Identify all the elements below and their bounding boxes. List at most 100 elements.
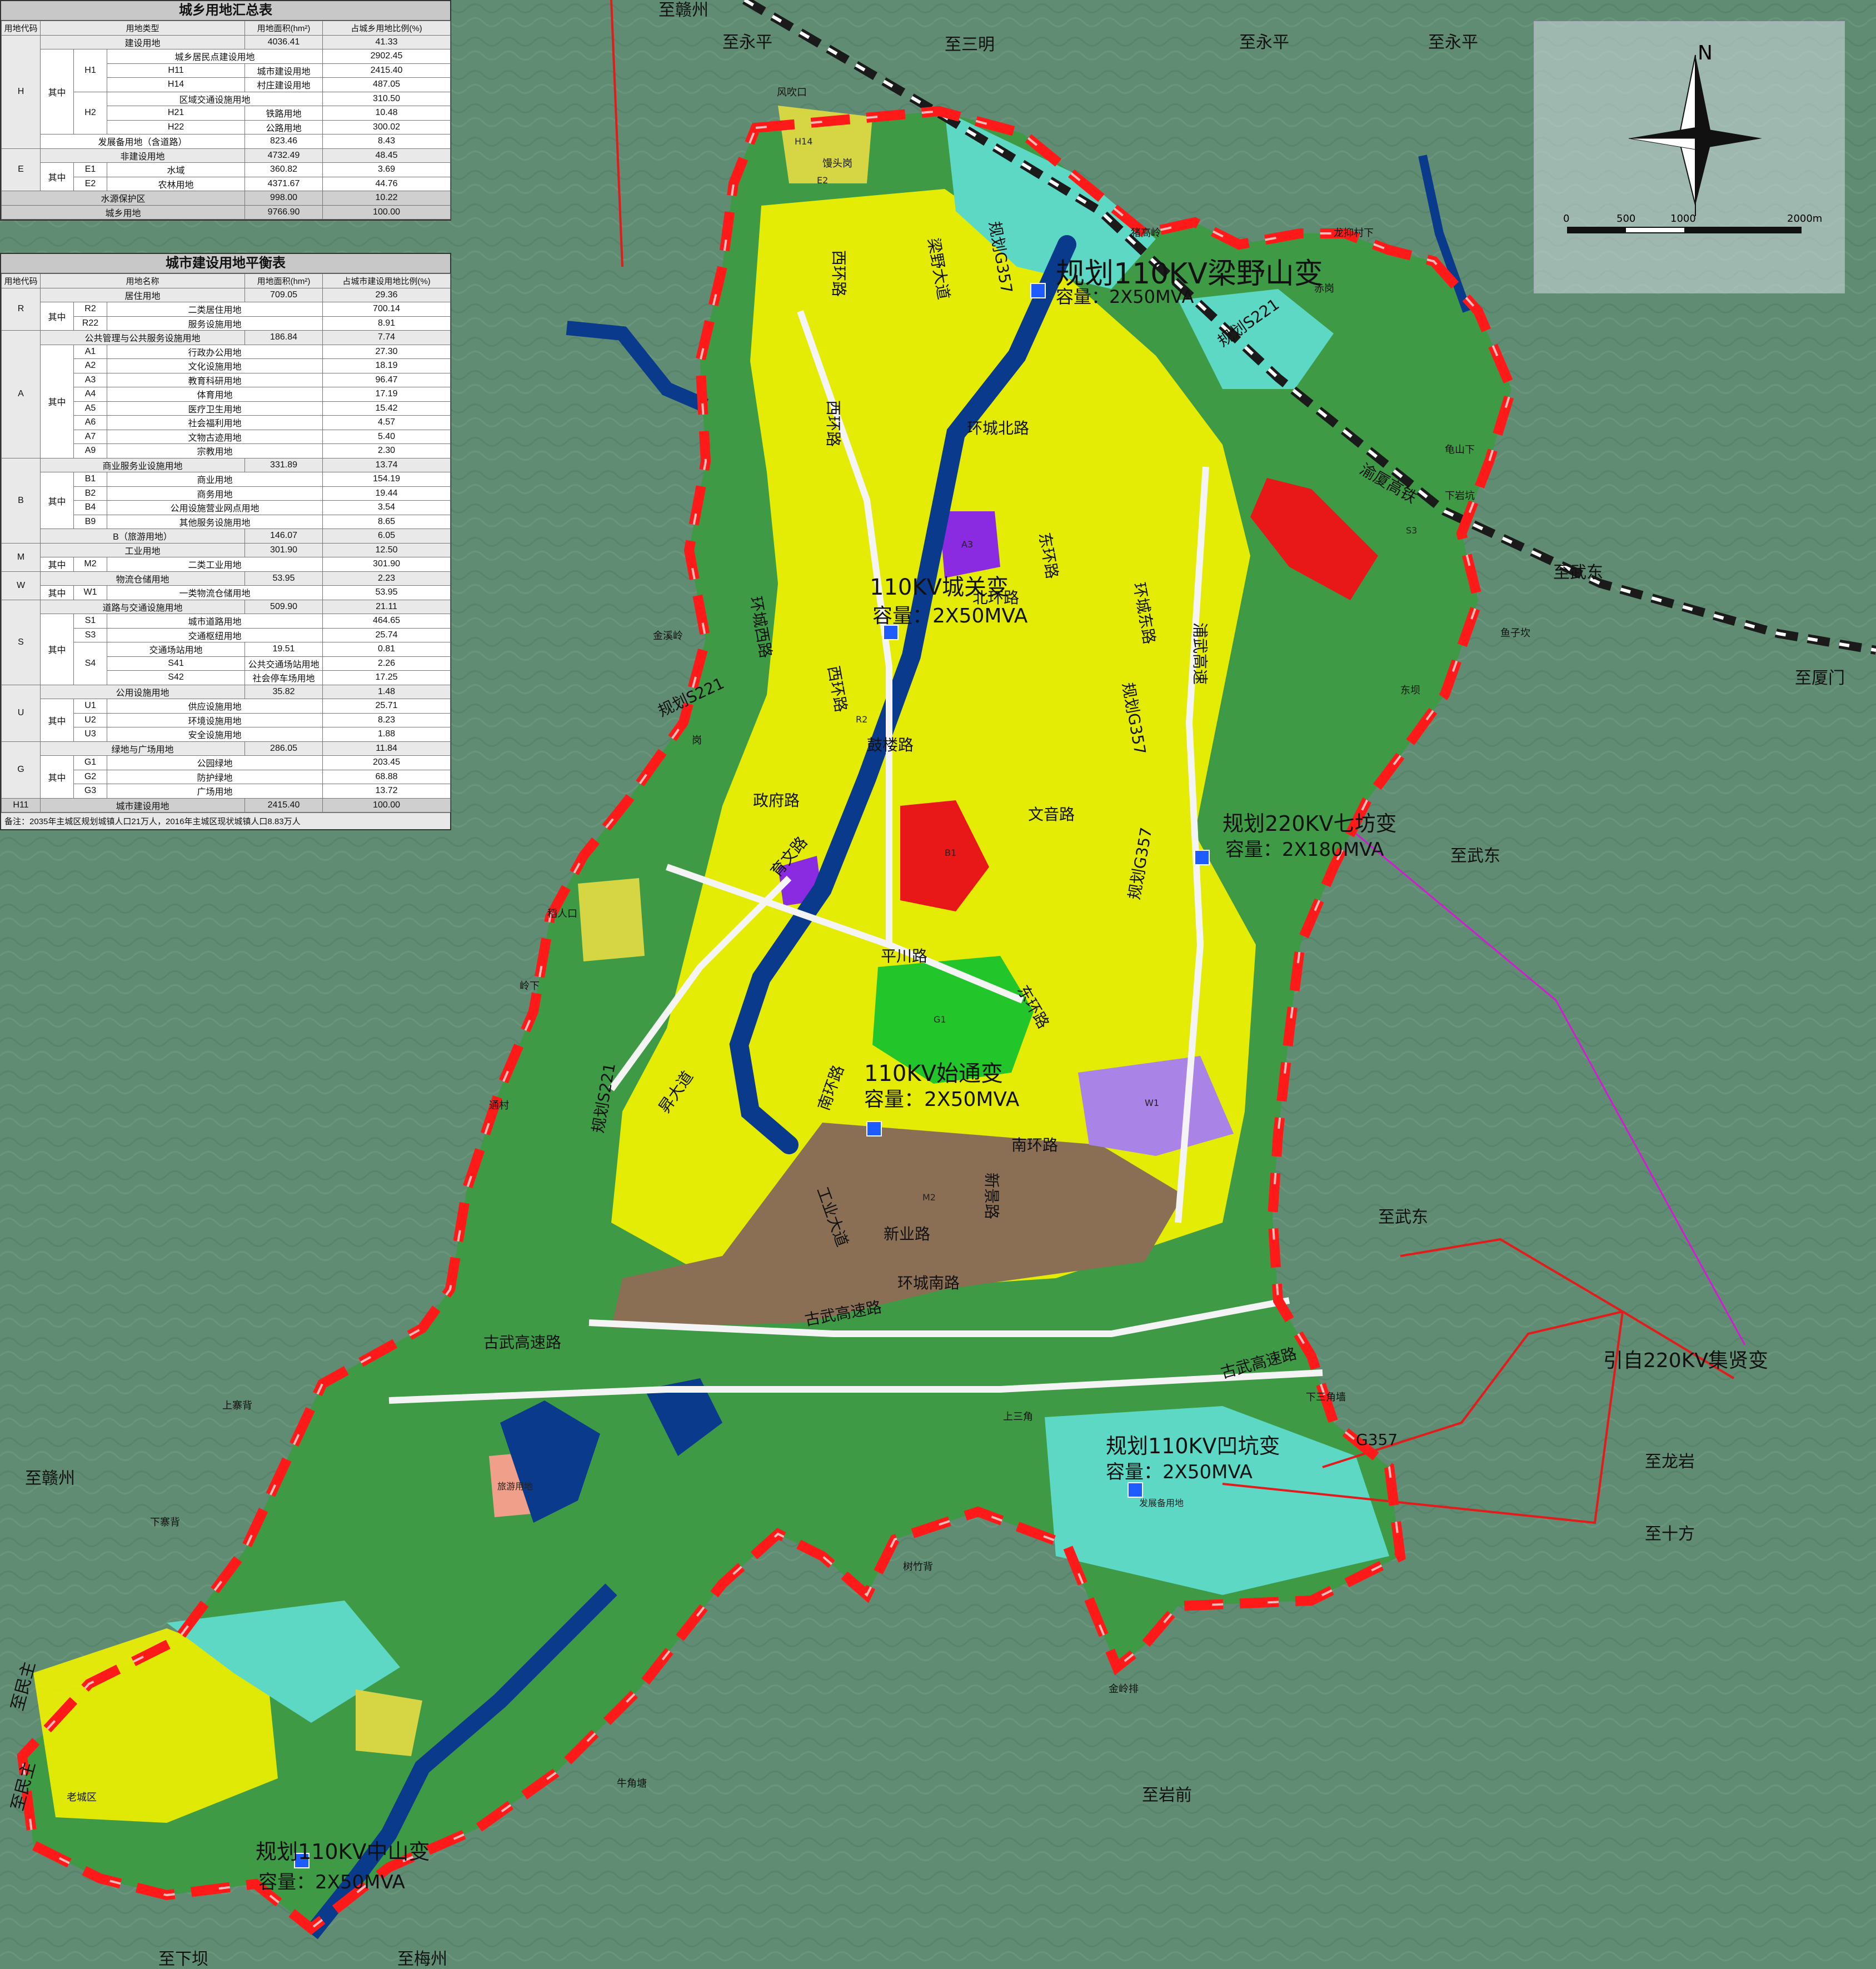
table1-grid: 用地代码 用地类型 用地面积(hm²) 占城乡用地比例(%) H 建设用地 4036.41 4… xyxy=(1,21,451,220)
table2-row: 其中M2二类工业用地301.9012.50 xyxy=(2,557,451,572)
dest-xiamen: 至厦门 xyxy=(1795,669,1845,688)
power-source-jixian: 引自220KV集贤变 xyxy=(1603,1349,1768,1372)
substation-zhongshan-cap: 容量：2X50MVA xyxy=(258,1871,405,1893)
scale-500: 500 xyxy=(1616,213,1635,225)
north-label: N xyxy=(1698,42,1713,64)
substation-shitong-cap: 容量：2X50MVA xyxy=(864,1088,1020,1111)
zone-w1: W1 xyxy=(1145,1098,1159,1108)
substation-zhongshan: 规划110KV中山变 xyxy=(256,1840,430,1864)
place-jinling: 金岭排 xyxy=(1109,1683,1139,1695)
place-shupai: 树竹背 xyxy=(903,1561,933,1573)
dest-yongping-2: 至永平 xyxy=(1239,33,1289,52)
substation-shitong: 110KV始通变 xyxy=(864,1061,1003,1086)
road-zhengfu: 政府路 xyxy=(753,791,800,810)
road-g357-south: G357 xyxy=(1356,1430,1398,1449)
table2-title: 城市建设用地平衡表 xyxy=(1,254,450,273)
zone-h14: H14 xyxy=(795,136,812,147)
zone-g1: G1 xyxy=(934,1014,946,1025)
zone-reserve: 发展备用地 xyxy=(1139,1498,1184,1508)
substation-liangyeshan: 规划110KV梁野山变 xyxy=(1056,257,1323,291)
road-huanchengnan: 环城南路 xyxy=(897,1274,960,1292)
place-laochengqu: 老城区 xyxy=(67,1792,97,1803)
dest-wudong-3: 至武东 xyxy=(1378,1208,1428,1227)
zone-m2: M2 xyxy=(922,1192,936,1203)
table2-row: W 物流仓储用地 53.95 2.23 xyxy=(1,571,451,600)
place-guilan: 龟山下 xyxy=(1445,444,1475,456)
dest-ganzhou-north: 至赣州 xyxy=(658,1,709,20)
road-wenyin: 文音路 xyxy=(1028,805,1075,824)
place-niujiao: 牛角塘 xyxy=(617,1778,647,1789)
dest-wudong-2: 至武东 xyxy=(1450,846,1500,866)
table2-note: 备注：2035年主城区规划城镇人口21万人，2016年主城区现状城镇人口8.83… xyxy=(1,812,450,829)
substation-qifang-cap: 容量：2X180MVA xyxy=(1225,839,1384,861)
table2-row: 其中G1公园绿地203.458.42 xyxy=(2,755,451,799)
place-jinjing: 金溪岭 xyxy=(653,630,683,642)
dest-sanming: 至三明 xyxy=(945,35,995,54)
place-longgoucun: 龙抑村下 xyxy=(1334,227,1374,239)
substation-qifang: 规划220KV七坊变 xyxy=(1223,811,1396,836)
table1-row: 发展备用地（含道路） 823.46 8.43 xyxy=(2,134,451,149)
place-mantouling: 馒头岗 xyxy=(822,158,852,170)
scale-0: 0 xyxy=(1563,213,1569,225)
table1-row: 水源保护区 998.00 10.22 xyxy=(1,191,451,206)
zone-tour: 旅游用地 xyxy=(497,1481,533,1492)
place-xiasan: 下三角墙 xyxy=(1306,1392,1346,1403)
table2-grid: 用地代码 用地名称 用地面积(hm²) 占城市建设用地比例(%) R 居住用地 709.05… xyxy=(1,273,451,812)
table1-title: 城乡用地汇总表 xyxy=(1,1,450,21)
place-xiaxipo: 下岩坑 xyxy=(1445,490,1475,502)
dest-yongping-3: 至永平 xyxy=(1428,33,1478,52)
road-pingchuan: 平川路 xyxy=(881,947,927,965)
table2-row: 其中U1供应设施用地25.711.06 xyxy=(2,699,451,742)
dest-yanqian: 至岩前 xyxy=(1142,1786,1192,1805)
dest-wudong-1: 至武东 xyxy=(1553,563,1603,582)
zone-e2: E2 xyxy=(817,175,828,186)
zone-a3: A3 xyxy=(961,539,973,550)
table1-row: E 非建设用地 4732.49 48.45 xyxy=(1,148,451,191)
north-arrow: N 0 500 1000 2000m xyxy=(1563,42,1822,233)
village-h14-3 xyxy=(356,1689,422,1756)
dest-xiaba: 至下坝 xyxy=(158,1950,208,1969)
place-fengchuikou: 风吹口 xyxy=(777,87,807,98)
place-gangbei: 岗 xyxy=(692,735,702,746)
table2-row: 其中B1商业用地154.196.38 xyxy=(2,472,451,529)
urban-rural-land-table: 城乡用地汇总表 用地代码 用地类型 用地面积(hm²) 占城乡用地比例(%) H 建设用地… xyxy=(0,0,451,221)
zone-s3: S3 xyxy=(1406,525,1417,536)
scale-1000: 1000 xyxy=(1670,213,1696,225)
zone-b1: B1 xyxy=(945,848,956,858)
dest-ganzhou-west: 至赣州 xyxy=(25,1469,75,1488)
table1-header: 用地代码 用地类型 用地面积(hm²) 占城乡用地比例(%) xyxy=(1,21,451,36)
road-xihuan-1: 西环路 xyxy=(830,250,848,297)
table2-row: S 道路与交通设施用地 509.90 21.11 xyxy=(1,599,451,685)
place-xigang: 稻人口 xyxy=(547,908,577,920)
table2-header: 用地代码 用地名称 用地面积(hm²) 占城市建设用地比例(%) xyxy=(1,273,451,288)
place-xiazhai: 下寨背 xyxy=(150,1517,180,1528)
dest-meizhou: 至梅州 xyxy=(397,1950,447,1969)
table2-row: 其中R2二类居住用地700.1428.99 xyxy=(2,302,451,331)
place-xiangu: 鱼子坎 xyxy=(1500,627,1530,639)
dest-shifang: 至十方 xyxy=(1645,1524,1695,1544)
village-h14-2 xyxy=(578,878,645,961)
table2-row: B（旅游用地） 146.07 6.05 xyxy=(2,529,451,544)
table2-row: B 商业服务业设施用地 331.89 13.74 xyxy=(1,457,451,544)
table1-row: 其中H1城乡居民点建设用地2902.4529.72 xyxy=(2,49,451,134)
road-puxian: 浦武高速 xyxy=(1191,622,1209,685)
scale-2000: 2000m xyxy=(1787,213,1822,225)
table2-row: M 工业用地 301.90 12.50 xyxy=(1,542,451,572)
place-lingxia: 岭下 xyxy=(520,980,540,992)
table1-row: 其中 E1 水域 360.82 3.69 xyxy=(2,162,451,191)
substation-liangyeshan-cap: 容量：2X50MVA xyxy=(1056,286,1194,307)
dest-yongping-1: 至永平 xyxy=(722,33,772,52)
road-gulou: 鼓楼路 xyxy=(867,736,914,754)
substation-chengguan-cap: 容量：2X50MVA xyxy=(872,605,1028,627)
table2-row: 其中W1一类物流仓储用地53.952.23 xyxy=(2,585,451,600)
road-nanhuan-2: 南环路 xyxy=(1011,1136,1058,1154)
road-xihuan-2: 西环路 xyxy=(824,400,842,447)
table2-row: U 公用设施用地 35.82 1.48 xyxy=(1,684,451,742)
place-shangzhai: 上寨背 xyxy=(222,1400,252,1412)
place-shangsanjiao: 上三角 xyxy=(1003,1411,1033,1423)
road-guwu-2: 古武高速路 xyxy=(483,1333,561,1352)
table2-row: G 绿地与广场用地 286.05 11.84 xyxy=(1,741,451,799)
road-beihuan: 北环路 xyxy=(972,589,1019,607)
road-huanchengbei: 环城北路 xyxy=(967,419,1029,437)
zone-r2: R2 xyxy=(856,714,867,725)
